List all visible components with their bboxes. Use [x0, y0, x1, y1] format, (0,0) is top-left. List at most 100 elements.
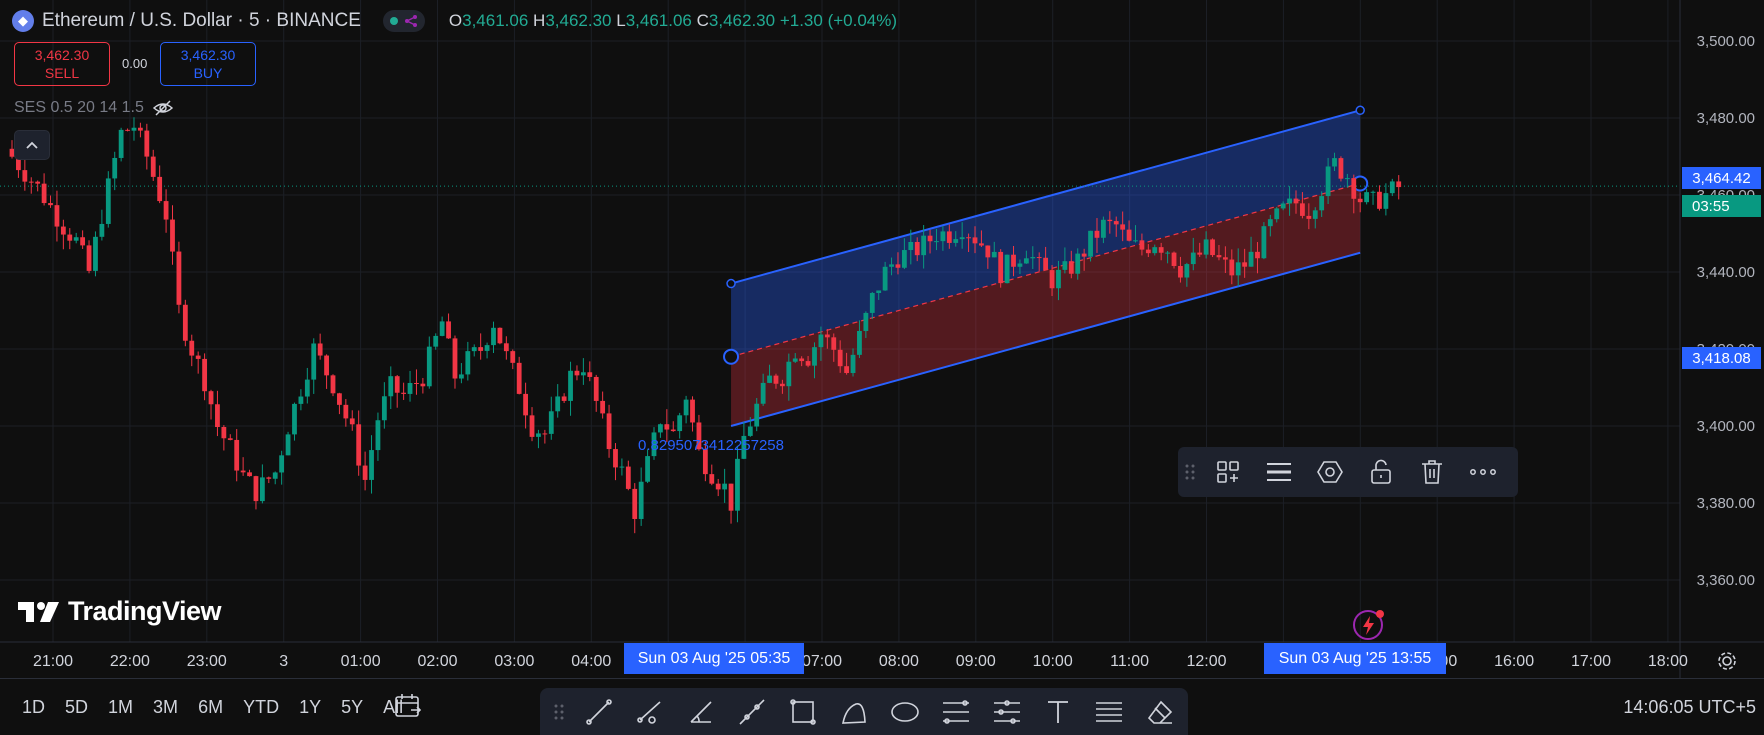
candle-body — [1319, 196, 1325, 211]
candle — [93, 231, 98, 277]
candle-body — [1351, 178, 1357, 199]
candle-body — [683, 399, 689, 416]
candle-body — [1043, 257, 1049, 271]
candle — [1377, 185, 1382, 211]
candle-body — [542, 433, 548, 435]
candle-body — [979, 243, 984, 246]
line-style-icon — [1266, 463, 1291, 481]
range-5d[interactable]: 5D — [65, 697, 88, 718]
candle-body — [1325, 166, 1331, 197]
range-6m[interactable]: 6M — [198, 697, 223, 718]
eye-crossed-icon[interactable] — [152, 99, 174, 117]
path-tool[interactable] — [831, 692, 876, 732]
fib-extension-tool[interactable] — [984, 692, 1029, 732]
candle-body — [786, 361, 792, 387]
angle-icon — [689, 700, 712, 723]
candle-body — [895, 264, 901, 268]
candle-body — [1036, 257, 1042, 259]
candle-body — [414, 382, 419, 384]
candle-body — [927, 235, 933, 242]
buy-button[interactable]: 3,462.30 BUY — [160, 42, 256, 86]
grid-plus-icon — [1216, 461, 1239, 483]
candle — [1370, 190, 1376, 205]
line-style-button[interactable] — [1253, 447, 1304, 497]
trend-line-tool[interactable] — [576, 692, 621, 732]
gear-icon[interactable] — [1716, 650, 1738, 672]
candle-body — [953, 239, 959, 243]
trash-icon — [1421, 460, 1442, 484]
candle-body — [189, 340, 195, 356]
candle — [452, 335, 458, 389]
candle-body — [337, 393, 342, 405]
candle-body — [1030, 257, 1036, 259]
share-icon — [404, 15, 417, 27]
candle-body — [439, 321, 445, 336]
candle — [439, 316, 445, 337]
text-tool[interactable] — [1035, 692, 1080, 732]
candle-body — [215, 404, 220, 428]
candle-body — [914, 241, 920, 256]
candle-body — [298, 396, 304, 404]
ellipse-tool[interactable] — [882, 692, 927, 732]
candle-body — [805, 361, 811, 366]
market-status-pill[interactable] — [382, 10, 425, 32]
delete-button[interactable] — [1406, 447, 1457, 497]
candle-body — [1332, 158, 1337, 167]
range-5y[interactable]: 5Y — [341, 697, 363, 718]
fib-levels-icon — [993, 699, 1020, 724]
calendar-icon[interactable] — [394, 693, 422, 719]
collapse-legend-button[interactable] — [14, 130, 50, 160]
range-3m[interactable]: 3M — [153, 697, 178, 718]
candle — [388, 366, 394, 410]
channel-start-time-label: Sun 03 Aug '25 05:35 — [624, 643, 804, 674]
templates-button[interactable] — [1202, 447, 1253, 497]
candle — [189, 334, 195, 367]
candle-body — [369, 450, 374, 480]
candle — [606, 404, 612, 458]
candle — [401, 382, 407, 400]
spread-value: 0.00 — [122, 56, 148, 71]
candle — [478, 333, 484, 360]
long-position-tool[interactable] — [1086, 692, 1131, 732]
drawbar-drag-handle[interactable] — [548, 692, 570, 732]
rectangle-tool[interactable] — [780, 692, 825, 732]
range-ytd[interactable]: YTD — [243, 697, 279, 718]
price-chart[interactable]: 3,360.003,380.003,400.003,420.003,440.00… — [0, 0, 1764, 735]
range-1m[interactable]: 1M — [108, 697, 133, 718]
y-tick-label: 3,480.00 — [1697, 110, 1755, 127]
range-1d[interactable]: 1D — [22, 697, 45, 718]
magic-spark-icon[interactable] — [1350, 608, 1386, 642]
candle — [1364, 188, 1370, 205]
candle-body — [80, 237, 86, 246]
ray-tool[interactable] — [627, 692, 672, 732]
drag-handle[interactable] — [1178, 447, 1202, 497]
eraser-tool[interactable] — [1137, 692, 1182, 732]
candle-body — [1338, 158, 1344, 179]
candle-body — [1229, 259, 1235, 276]
candle-body — [940, 231, 946, 242]
range-1y[interactable]: 1Y — [299, 697, 321, 718]
fib-retracement-tool[interactable] — [933, 692, 978, 732]
candle — [208, 389, 214, 420]
angle-tool[interactable] — [678, 692, 723, 732]
lock-button[interactable] — [1355, 447, 1406, 497]
candle — [125, 128, 130, 132]
utc-clock[interactable]: 14:06:05 UTC+5 — [1623, 697, 1756, 718]
candle-body — [1377, 191, 1382, 209]
x-tick-label: 07:00 — [802, 653, 842, 670]
sell-button[interactable]: 3,462.30 SELL — [14, 42, 110, 86]
symbol-title[interactable]: Ethereum / U.S. Dollar · 5 · BINANCE — [42, 10, 361, 32]
settings-button[interactable] — [1304, 447, 1355, 497]
candle-body — [1023, 258, 1029, 264]
candle-body — [837, 349, 843, 367]
more-button[interactable] — [1457, 447, 1508, 497]
extended-line-tool[interactable] — [729, 692, 774, 732]
candle-body — [1178, 265, 1183, 278]
sell-label: SELL — [44, 65, 80, 81]
candle — [60, 219, 66, 250]
candle-body — [292, 403, 297, 435]
candle-body — [1011, 254, 1016, 267]
candle-body — [709, 474, 715, 484]
indicator-legend[interactable]: SES 0.5 20 14 1.5 — [14, 99, 174, 117]
candle — [426, 336, 432, 389]
